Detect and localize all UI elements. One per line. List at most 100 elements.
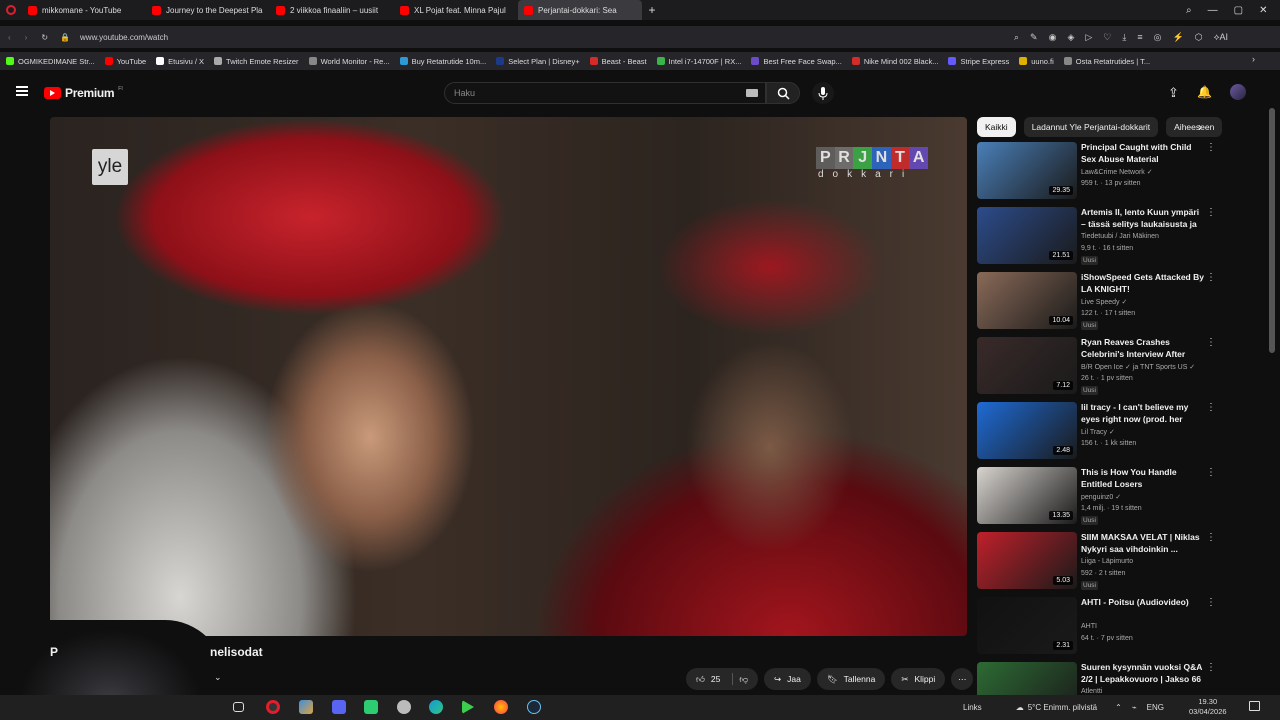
more-options-icon[interactable]: ⋮ (1206, 402, 1216, 413)
recommendation-title[interactable]: lil tracy - I can't believe my eyes righ… (1081, 402, 1206, 425)
channel-name[interactable]: Lil Tracy ✓ (1081, 428, 1115, 436)
video-thumbnail[interactable]: 2.31 (977, 597, 1077, 654)
channel-name[interactable]: penguinz0 ✓ (1081, 493, 1121, 501)
recommendation-title[interactable]: SIIM MAKSAA VELAT | Niklas Nykyri saa vi… (1081, 532, 1206, 555)
bookmark-item[interactable]: YouTube (104, 57, 146, 66)
minimize-button[interactable]: — (1208, 5, 1218, 16)
opera-icon[interactable] (266, 700, 280, 714)
filter-chip[interactable]: Aiheeseen (1166, 117, 1223, 137)
site-info-icon[interactable]: 🔒 (60, 33, 70, 42)
channel-name[interactable]: Atlentti (1081, 688, 1102, 695)
recommendation-item[interactable]: 2.48 lil tracy - I can't believe my eyes … (977, 402, 1222, 460)
bookmark-item[interactable]: Osta Retatrutides | T... (1063, 57, 1150, 66)
notification-center-icon[interactable] (1249, 701, 1260, 711)
more-options-icon[interactable]: ⋮ (1206, 207, 1216, 218)
more-options-icon[interactable]: ⋮ (1206, 142, 1216, 153)
chips-next-icon[interactable]: › (1198, 120, 1202, 134)
shield-app-icon[interactable] (397, 700, 411, 714)
app-icon-1[interactable] (299, 700, 313, 714)
browser-tab[interactable]: Journey to the Deepest Pla (146, 0, 270, 20)
more-actions-button[interactable]: ⋯ (951, 668, 974, 690)
bookmark-item[interactable]: uuno.fi (1019, 57, 1054, 66)
recommendation-title[interactable]: Suuren kysynnän vuoksi Q&A 2/2 | Lepakko… (1081, 662, 1206, 685)
recommendation-title[interactable]: Artemis II, lento Kuun ympäri – tässä se… (1081, 207, 1206, 230)
recommendation-item[interactable]: 13.35 This is How You Handle Entitled Los… (977, 467, 1222, 525)
camera-icon[interactable]: ◉ (1049, 32, 1057, 43)
play-icon[interactable]: ▷ (1085, 32, 1092, 43)
voice-search-button[interactable] (812, 82, 834, 104)
guide-menu-icon[interactable] (16, 86, 28, 96)
video-thumbnail[interactable]: 10.04 (977, 272, 1077, 329)
shield-icon[interactable]: ◈ (1067, 32, 1074, 43)
steam-icon[interactable] (527, 700, 541, 714)
channel-name[interactable]: Live Speedy ✓ (1081, 298, 1127, 306)
bookmark-item[interactable]: World Monitor - Re... (308, 57, 390, 66)
tray-expand-icon[interactable]: ⌃ (1115, 703, 1122, 712)
browser-tab[interactable]: XL Pojat feat. Minna Pajul (394, 0, 518, 20)
download-icon[interactable]: ⤓ (1122, 32, 1126, 43)
bookmark-item[interactable]: Twitch Emote Resizer (214, 57, 299, 66)
filter-chip[interactable]: Kaikki (977, 117, 1016, 137)
menu-icon[interactable]: ≡ (1137, 32, 1142, 43)
keyboard-icon[interactable] (746, 89, 758, 97)
weather-label[interactable]: 5°C Enimm. pilvistä (1028, 703, 1097, 712)
channel-name[interactable]: AHTI (1081, 623, 1097, 630)
recommendation-title[interactable]: iShowSpeed Gets Attacked By LA KNIGHT! (1081, 272, 1206, 295)
bookmark-item[interactable]: Buy Retatrutide 10m... (399, 57, 486, 66)
more-options-icon[interactable]: ⋮ (1206, 337, 1216, 348)
bookmark-item[interactable]: Best Free Face Swap... (751, 57, 842, 66)
video-thumbnail[interactable]: 5.03 (977, 532, 1077, 589)
recommendation-item[interactable]: 21.51 Artemis II, lento Kuun ympäri – täs… (977, 207, 1222, 265)
video-thumbnail[interactable]: 29.35 (977, 142, 1077, 199)
edit-icon[interactable]: ✎ (1030, 32, 1038, 43)
ai-button[interactable]: ⟡AI (1214, 32, 1228, 43)
forward-button[interactable]: › (25, 33, 28, 42)
recommendation-title[interactable]: Principal Caught with Child Sex Abuse Ma… (1081, 142, 1206, 165)
more-options-icon[interactable]: ⋮ (1206, 597, 1216, 608)
links-label[interactable]: Links (963, 703, 982, 712)
browser-logo-icon[interactable] (0, 0, 22, 20)
new-tab-button[interactable]: + (642, 3, 662, 17)
search-input[interactable]: Haku (444, 82, 766, 104)
firefox-icon[interactable] (494, 700, 508, 714)
recommendation-item[interactable]: 7.12 Ryan Reaves Crashes Celebrini's Inte… (977, 337, 1222, 395)
upload-icon[interactable]: ⇪ (1168, 85, 1179, 101)
language-label[interactable]: ENG (1147, 703, 1164, 712)
cube-icon[interactable]: ⬡ (1195, 32, 1203, 43)
app-icon-2[interactable] (364, 700, 378, 714)
bookmark-item[interactable]: Beast - Beast (589, 57, 647, 66)
recommendation-item[interactable]: 10.04 iShowSpeed Gets Attacked By LA KNIG… (977, 272, 1222, 330)
video-thumbnail[interactable]: 2.48 (977, 402, 1077, 459)
channel-name[interactable]: Tiedetuubi / Jari Mäkinen (1081, 233, 1159, 240)
thumbs-down-icon[interactable]: 👎︎ (739, 674, 748, 685)
back-button[interactable]: ‹ (8, 33, 11, 42)
bookmark-item[interactable]: Select Plan | Disney+ (496, 57, 580, 66)
clock[interactable]: 19.30 03/04/2026 (1189, 697, 1227, 717)
bookmark-item[interactable]: OGMIKEDIMANE Str... (6, 57, 95, 66)
reload-button[interactable]: ↻ (41, 33, 48, 42)
network-icon[interactable]: ⌁ (1132, 703, 1137, 712)
play-app-icon[interactable] (462, 700, 474, 714)
task-view-icon[interactable] (233, 702, 244, 712)
zoom-icon[interactable]: ⌕ (1014, 32, 1019, 43)
search-button[interactable] (766, 82, 800, 104)
maximize-button[interactable]: ▢ (1234, 5, 1243, 16)
browser-tab[interactable]: mikkomane - YouTube (22, 0, 146, 20)
recommendation-item[interactable]: 29.35 Principal Caught with Child Sex Abu… (977, 142, 1222, 200)
profile-icon[interactable]: ◎ (1154, 32, 1162, 43)
more-options-icon[interactable]: ⋮ (1206, 662, 1216, 673)
save-button[interactable]: 🔖︎ Tallenna (816, 668, 886, 690)
close-window-button[interactable]: ✕ (1259, 5, 1267, 16)
heart-icon[interactable]: ♡ (1103, 32, 1111, 43)
browser-tab[interactable]: Perjantai-dokkari: Sea (518, 0, 642, 20)
bookmark-item[interactable]: Etusivu / X (156, 57, 204, 66)
discord-icon[interactable] (332, 700, 346, 714)
bookmarks-overflow-icon[interactable]: › (1252, 54, 1255, 64)
scrollbar[interactable] (1269, 108, 1275, 353)
edge-icon[interactable] (429, 700, 443, 714)
recommendation-item[interactable]: 2.31 AHTI - Poitsu (Audiovideo) AHTI 64 t. … (977, 597, 1222, 655)
bookmark-item[interactable]: Stripe Express (948, 57, 1009, 66)
clip-button[interactable]: ✂ Klippi (891, 668, 946, 690)
search-tabs-icon[interactable]: ⌕ (1186, 5, 1192, 16)
recommendation-title[interactable]: AHTI - Poitsu (Audiovideo) (1081, 597, 1206, 609)
